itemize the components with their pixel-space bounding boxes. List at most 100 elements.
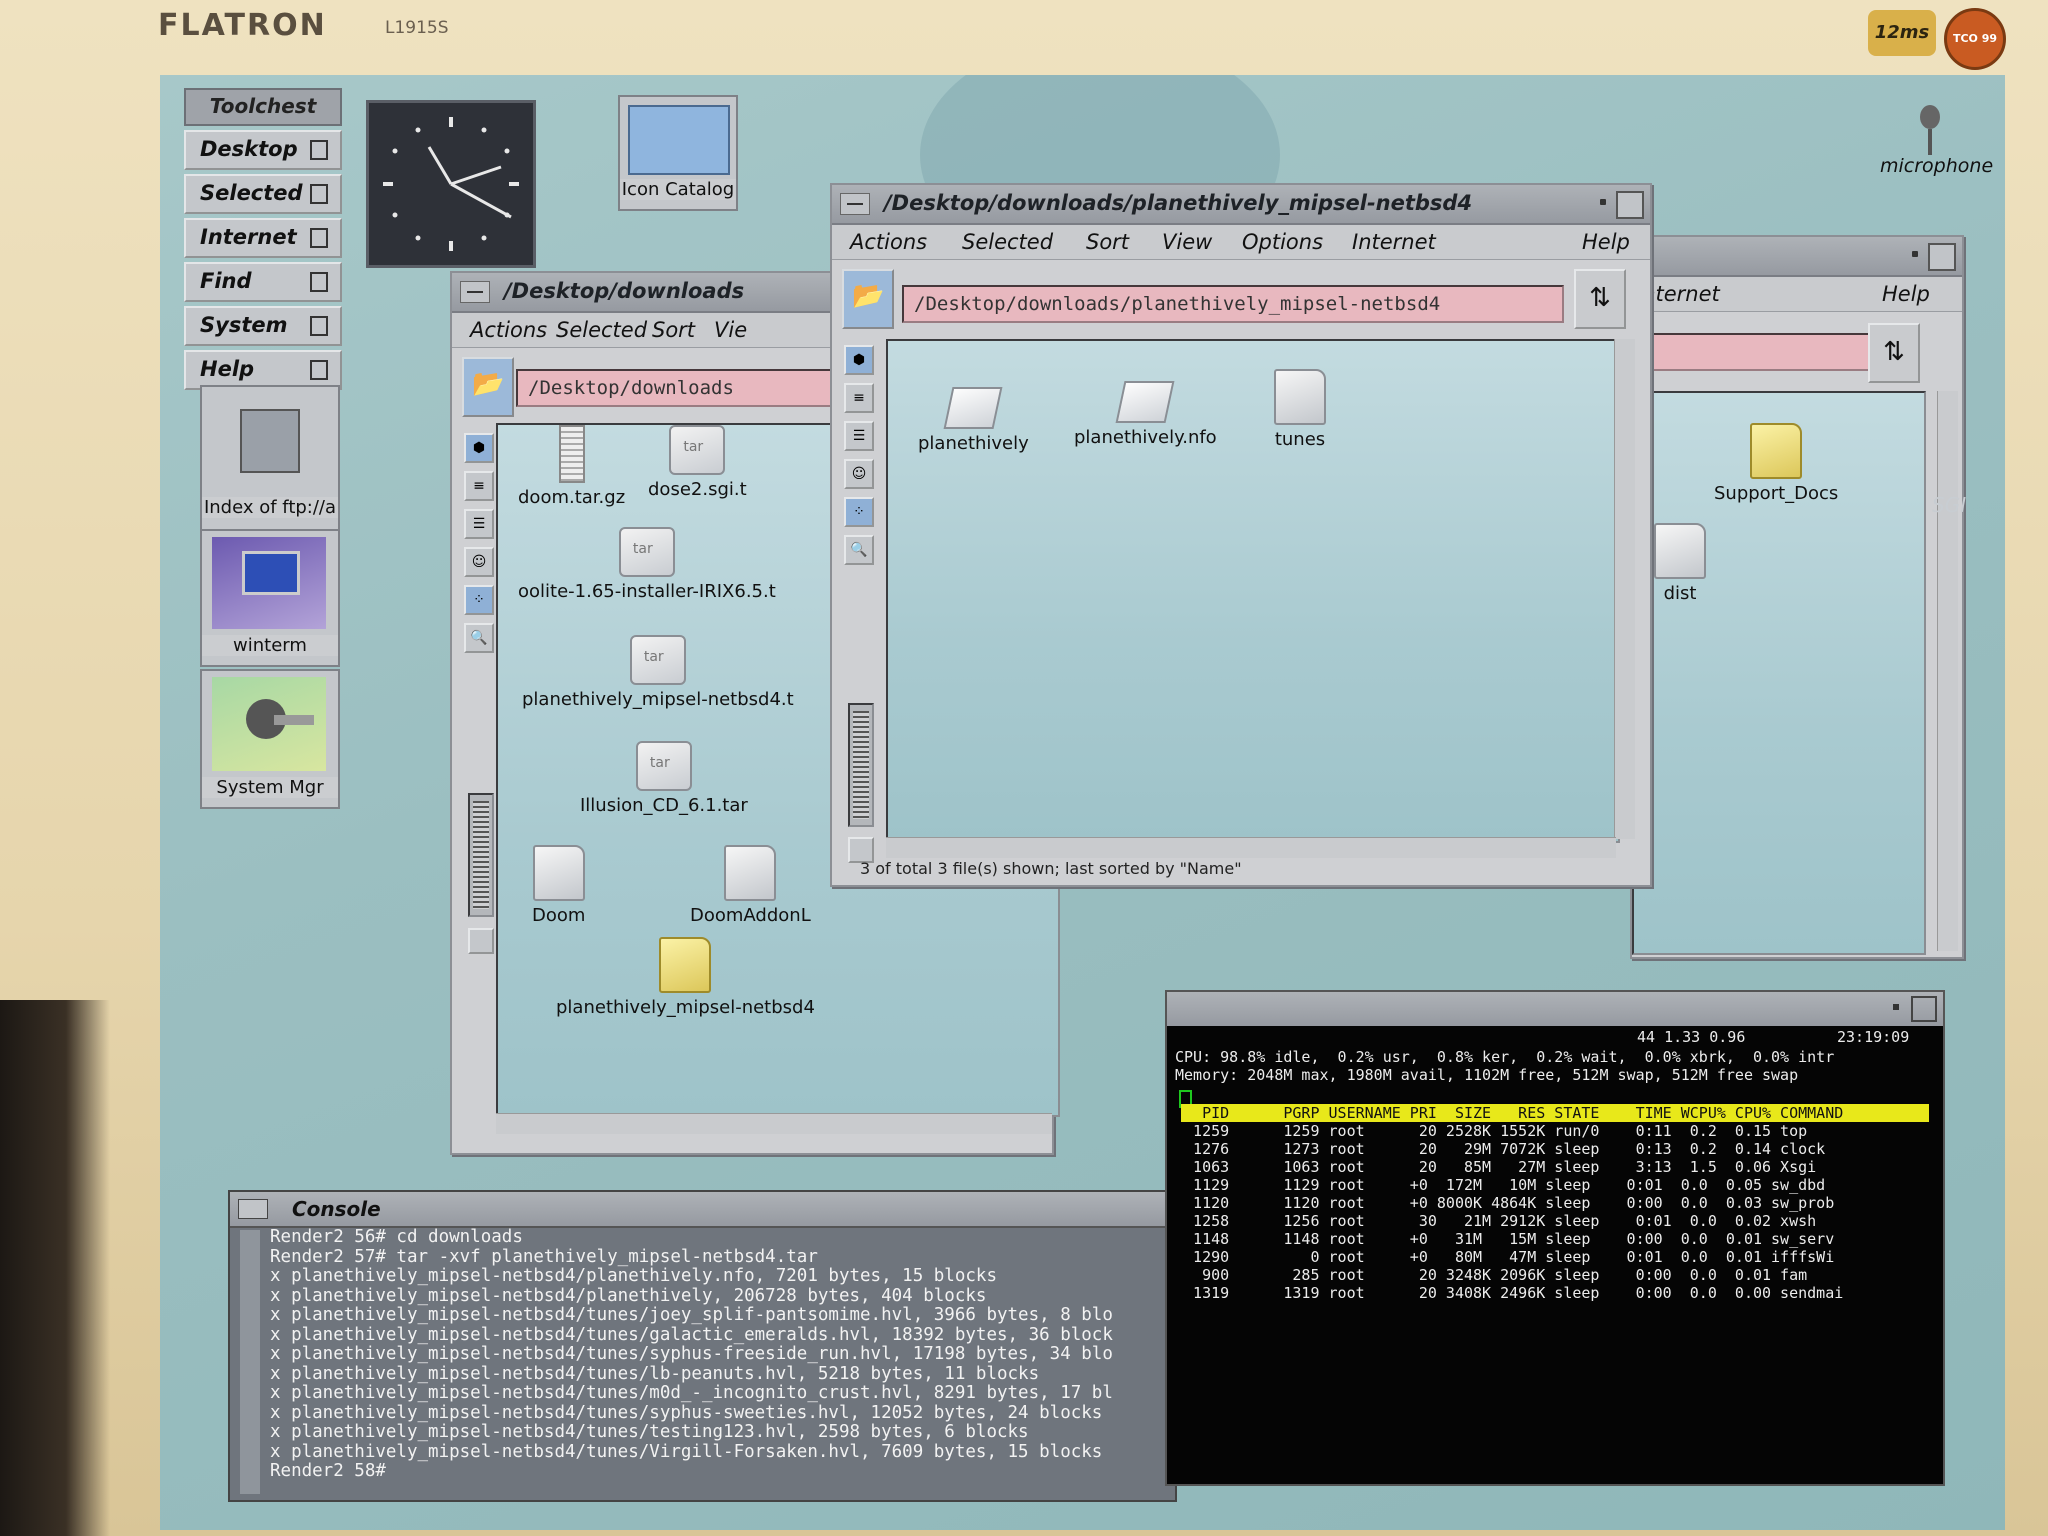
console-titlebar[interactable]: Console [230,1192,1175,1228]
toolchest-desktop[interactable]: Desktop [184,130,342,170]
file-item[interactable]: Doom [532,845,585,926]
file-item[interactable]: doom.tar.gz [518,425,625,508]
window-options-button[interactable] [1893,1004,1899,1010]
zoom-slider[interactable] [468,793,494,917]
toolchest-selected[interactable]: Selected [184,174,342,214]
menu-internet[interactable]: Internet [1352,230,1436,254]
microphone-desk-icon[interactable]: microphone [1880,105,1993,177]
window-back[interactable]: Internet Help ⇅ df Support_Docs dist [1630,235,1964,959]
menu-options[interactable]: Options [1242,230,1323,254]
path-field[interactable]: /Desktop/downloads/planethively_mipsel-n… [902,285,1564,323]
window-menu-button[interactable] [840,193,870,215]
refresh-button[interactable]: ⇅ [1574,269,1626,329]
window-back-path[interactable] [1632,333,1874,371]
text-document-icon [1115,381,1175,423]
horizontal-scrollbar[interactable] [496,1113,1052,1134]
console-scrollbar[interactable] [240,1230,260,1494]
grid-view-button[interactable]: ⁘ [464,585,494,615]
folder-icon [1654,523,1706,579]
refresh-button[interactable]: ⇅ [1868,323,1920,383]
window-planethively-view: planethively planethively.nfo tunes [886,339,1620,843]
cpu-line: CPU: 98.8% idle, 0.2% usr, 0.8% ker, 0.2… [1175,1048,1835,1066]
column-view-button[interactable]: ☰ [844,421,874,451]
face-view-button[interactable]: ☺ [464,547,494,577]
file-item[interactable]: oolite-1.65-installer-IRIX6.5.t [518,527,776,602]
list-view-button[interactable]: ≡ [464,471,494,501]
file-label: planethively_mipsel-netbsd4.t [522,689,794,710]
window-back-titlebar[interactable] [1632,237,1962,277]
console-line: x planethively_mipsel-netbsd4/tunes/test… [270,1422,1029,1442]
top-terminal-titlebar[interactable] [1167,992,1943,1026]
ftp-desk-icon[interactable]: Index of ftp://a [200,385,340,531]
maximize-button[interactable] [1928,243,1956,271]
window-menu-button[interactable] [238,1199,268,1219]
grid-view-button[interactable]: ⁘ [844,497,874,527]
system-mgr-desk-icon[interactable]: System Mgr [200,669,340,809]
top-terminal-window[interactable]: 44 1.33 0.96 23:19:09 CPU: 98.8% idle, 0… [1165,990,1945,1486]
toolchest-internet[interactable]: Internet [184,218,342,258]
file-item[interactable]: planethively_mipsel-netbsd4.t [522,635,794,710]
web-page-icon [240,409,300,473]
window-options-button[interactable] [1600,199,1606,205]
window-menu-button[interactable] [1912,251,1918,257]
detail-view-button[interactable]: ⬢ [844,345,874,375]
clock-widget[interactable] [366,100,536,268]
toolchest-find[interactable]: Find [184,262,342,302]
maximize-button[interactable] [1911,996,1937,1022]
file-item[interactable]: planethively_mipsel-netbsd4 [556,937,815,1018]
load-average: 44 1.33 0.96 [1637,1028,1746,1046]
file-item[interactable]: planethively [918,387,1029,454]
file-item[interactable]: dist [1654,523,1706,604]
toolchest-system[interactable]: System [184,306,342,346]
file-item[interactable]: tunes [1274,369,1326,450]
window-planethively[interactable]: /Desktop/downloads/planethively_mipsel-n… [830,183,1652,887]
console-prompt[interactable]: Render2 58# [270,1461,1171,1482]
menu-selected[interactable]: Selected [962,230,1053,254]
file-item[interactable]: planethively.nfo [1074,381,1217,448]
monitor-brand: FLATRON [158,8,327,43]
icon-catalog-desk-icon[interactable]: Icon Catalog [618,95,738,211]
find-button[interactable]: 🔍 [844,535,874,565]
file-item[interactable]: Support_Docs [1714,423,1838,504]
slider-reset-button[interactable] [468,928,494,954]
folder-nav-button[interactable] [462,357,514,417]
detail-view-button[interactable]: ⬢ [464,433,494,463]
list-view-button[interactable]: ≡ [844,383,874,413]
vertical-scrollbar[interactable] [1614,339,1635,839]
menu-sort[interactable]: Sort [1086,230,1129,254]
vertical-scrollbar[interactable] [1937,391,1958,951]
menu-actions[interactable]: Actions [470,318,547,342]
tar-archive-icon [635,741,692,791]
zoom-slider[interactable] [848,703,874,827]
menu-selected[interactable]: Selected [556,318,647,342]
window-planethively-titlebar[interactable]: /Desktop/downloads/planethively_mipsel-n… [832,185,1650,225]
column-view-button[interactable]: ☰ [464,509,494,539]
tar-archive-icon [618,527,675,577]
winterm-desk-icon[interactable]: winterm [200,529,340,667]
menu-actions[interactable]: Actions [850,230,927,254]
console-output: Render2 56# cd downloads Render2 57# tar … [270,1228,1171,1496]
console-line: x planethively_mipsel-netbsd4/tunes/syph… [270,1402,1103,1423]
file-label: doom.tar.gz [518,487,626,508]
file-item[interactable]: dose2.sgi.t [648,425,747,500]
menu-view[interactable]: Vie [714,318,747,342]
status-line: 3 of total 3 file(s) shown; last sorted … [860,859,1242,878]
file-item[interactable]: DoomAddonL [690,845,811,926]
toolchest-title: Toolchest [184,88,342,126]
horizontal-scrollbar[interactable] [886,837,1616,858]
icon-catalog-icon [628,105,730,175]
monitor-model: L1915S [385,18,449,38]
maximize-button[interactable] [1616,191,1644,219]
face-view-button[interactable]: ☺ [844,459,874,489]
window-menu-button[interactable] [460,281,490,303]
console-window[interactable]: Console Render2 56# cd downloads Render2 … [228,1190,1177,1502]
toolchest-help[interactable]: Help [184,350,342,390]
file-item[interactable]: Illusion_CD_6.1.tar [580,741,748,816]
menu-help[interactable]: Help [1582,230,1630,254]
console-line: x planethively_mipsel-netbsd4/tunes/syph… [270,1344,1113,1364]
menu-help[interactable]: Help [1882,282,1930,306]
menu-sort[interactable]: Sort [652,318,695,342]
menu-view[interactable]: View [1162,230,1212,254]
folder-nav-button[interactable] [842,269,894,329]
find-button[interactable]: 🔍 [464,623,494,653]
